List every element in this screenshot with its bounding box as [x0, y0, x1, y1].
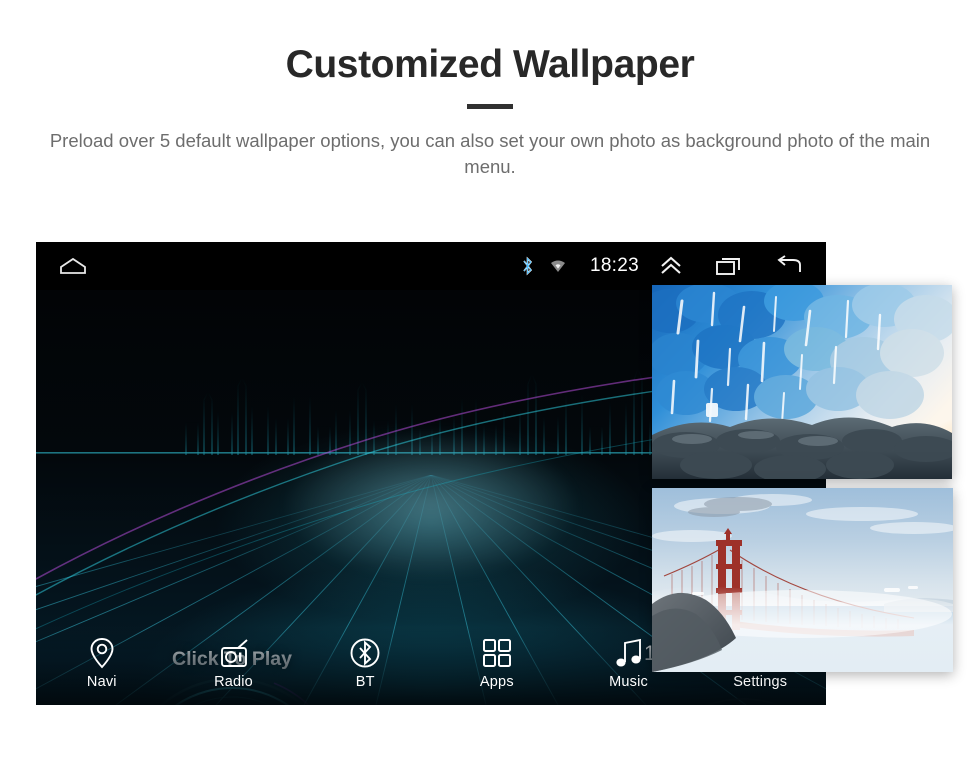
music-note-icon [614, 636, 644, 670]
dock-item-radio[interactable]: Radio [168, 627, 300, 690]
golden-gate-bridge-wallpaper [652, 488, 953, 672]
dock-label: Navi [86, 674, 117, 690]
dock-label: Apps [479, 674, 514, 690]
android-status-bar: 18:23 [36, 242, 826, 290]
status-bar-clock: 18:23 [589, 255, 639, 276]
bluetooth-icon [521, 256, 534, 276]
dock-label: Settings [733, 674, 788, 690]
ice-cave-wallpaper [652, 285, 952, 479]
page-root: Customized Wallpaper Preload over 5 defa… [0, 0, 980, 758]
dock-label: Radio [214, 674, 253, 690]
radio-icon [218, 636, 250, 670]
status-bar-left [58, 256, 88, 276]
wallpaper-thumbnail-ice-cave[interactable] [652, 285, 952, 479]
status-bar-right: 18:23 [521, 255, 804, 277]
wallpaper-thumbnail-golden-gate[interactable] [652, 488, 953, 672]
recent-apps-icon[interactable] [714, 255, 744, 277]
back-arrow-icon[interactable] [774, 255, 804, 277]
page-subtitle: Preload over 5 default wallpaper options… [49, 129, 931, 178]
section-header: Customized Wallpaper Preload over 5 defa… [0, 0, 980, 180]
app-grid-icon [482, 636, 512, 670]
dock-label: Music [609, 674, 648, 690]
dock-item-apps[interactable]: Apps [431, 627, 563, 690]
page-title: Customized Wallpaper [285, 43, 695, 86]
chevron-double-up-icon[interactable] [658, 255, 684, 277]
dock-item-navi[interactable]: Navi [36, 627, 168, 690]
dock-item-bt[interactable]: BT [299, 627, 431, 690]
title-divider [467, 103, 513, 109]
dock-label: BT [355, 674, 375, 690]
home-icon[interactable] [58, 256, 88, 276]
bluetooth-circle-icon [349, 636, 381, 670]
wifi-icon [550, 258, 566, 274]
location-pin-icon [89, 636, 115, 670]
